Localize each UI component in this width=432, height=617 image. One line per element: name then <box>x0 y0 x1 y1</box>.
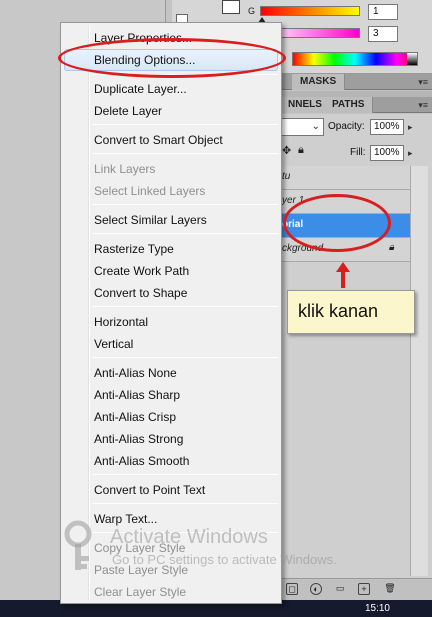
menu-item-convert-smart-object[interactable]: Convert to Smart Object <box>64 129 278 151</box>
group-folder-icon[interactable]: ▭ <box>334 583 346 595</box>
trash-icon[interactable]: 🗑︎ <box>384 583 396 595</box>
adjustments-tab-strip: MASKS ▾≡ <box>280 74 432 90</box>
menu-separator <box>92 474 278 475</box>
blue-value-field[interactable]: 3 <box>368 26 398 42</box>
blend-mode-select[interactable]: ⌄ <box>280 118 324 136</box>
layers-tab-strip: NNELS PATHS ▾≡ <box>280 97 432 113</box>
highlight-ellipse-selected-layer <box>283 194 391 252</box>
menu-separator <box>92 153 278 154</box>
menu-item-anti-alias-strong[interactable]: Anti-Alias Strong <box>64 428 278 450</box>
green-slider[interactable] <box>260 6 360 16</box>
adjustment-layer-icon[interactable]: ◐ <box>310 583 322 595</box>
color-spectrum-bar[interactable] <box>292 52 418 66</box>
tab-masks[interactable]: MASKS <box>292 74 346 90</box>
menu-item-duplicate-layer[interactable]: Duplicate Layer... <box>64 78 278 100</box>
watermark-title: Activate Windows <box>110 526 268 548</box>
menu-item-select-linked-layers: Select Linked Layers <box>94 184 206 198</box>
new-layer-icon[interactable]: + <box>358 583 370 595</box>
opacity-arrow-icon[interactable]: ▸ <box>408 122 413 133</box>
layer-context-menu: Layer Properties... Blending Options... … <box>60 22 282 604</box>
menu-item-link-layers: Link Layers <box>94 162 156 176</box>
menu-item-delete-layer[interactable]: Delete Layer <box>64 100 278 122</box>
menu-item-anti-alias-sharp[interactable]: Anti-Alias Sharp <box>64 384 278 406</box>
menu-separator <box>92 357 278 358</box>
menu-separator <box>92 233 278 234</box>
add-mask-icon[interactable]: ◻ <box>286 583 298 595</box>
layers-scrollbar[interactable] <box>410 166 428 576</box>
menu-item-convert-to-shape[interactable]: Convert to Shape <box>64 282 278 304</box>
green-channel-label: G <box>248 6 256 16</box>
layer-name: tu <box>282 171 291 182</box>
menu-item-anti-alias-crisp[interactable]: Anti-Alias Crisp <box>64 406 278 428</box>
menu-item-convert-to-point-text[interactable]: Convert to Point Text <box>64 479 278 501</box>
pointer-arrow-icon <box>336 262 350 288</box>
menu-item-anti-alias-smooth[interactable]: Anti-Alias Smooth <box>64 450 278 472</box>
menu-item-create-work-path[interactable]: Create Work Path <box>64 260 278 282</box>
menu-separator <box>92 124 278 125</box>
fill-field[interactable]: 100% <box>370 145 404 161</box>
annotation-callout: klik kanan <box>287 290 415 334</box>
tab-paths[interactable]: PATHS <box>324 97 374 113</box>
fill-arrow-icon[interactable]: ▸ <box>408 148 413 159</box>
menu-separator <box>92 306 278 307</box>
lock-icon: 🔒︎ <box>388 242 394 253</box>
fill-label: Fill: <box>350 147 366 158</box>
layer-row[interactable]: tu <box>280 166 410 190</box>
highlight-ellipse-blending-options <box>58 38 286 78</box>
menu-item-anti-alias-none[interactable]: Anti-Alias None <box>64 362 278 384</box>
opacity-label: Opacity: <box>328 121 365 132</box>
key-icon <box>64 520 92 570</box>
menu-item-horizontal[interactable]: Horizontal <box>64 311 278 333</box>
opacity-field[interactable]: 100% <box>370 119 404 135</box>
chevron-down-icon: ⌄ <box>311 121 320 132</box>
menu-item-clear-layer-style: Clear Layer Style <box>94 585 187 599</box>
lock-position-icon[interactable]: ✥ <box>282 144 291 157</box>
menu-item-select-similar-layers[interactable]: Select Similar Layers <box>64 209 278 231</box>
panel-menu-icon[interactable]: ▾≡ <box>418 77 428 88</box>
taskbar-clock: 15:10 <box>364 603 390 614</box>
layers-panel-menu-icon[interactable]: ▾≡ <box>418 100 428 111</box>
menu-separator <box>92 204 278 205</box>
watermark-subtitle: Go to PC settings to activate Windows. <box>112 552 337 567</box>
green-value-field[interactable]: 1 <box>368 4 398 20</box>
layers-bottom-toolbar: ◻ ◐ ▭ + 🗑︎ <box>280 578 432 600</box>
foreground-color-swatch[interactable] <box>222 0 240 14</box>
menu-separator <box>92 503 278 504</box>
lock-all-icon[interactable]: 🔒︎ <box>298 144 304 157</box>
menu-item-vertical[interactable]: Vertical <box>64 333 278 355</box>
menu-item-rasterize-type[interactable]: Rasterize Type <box>64 238 278 260</box>
